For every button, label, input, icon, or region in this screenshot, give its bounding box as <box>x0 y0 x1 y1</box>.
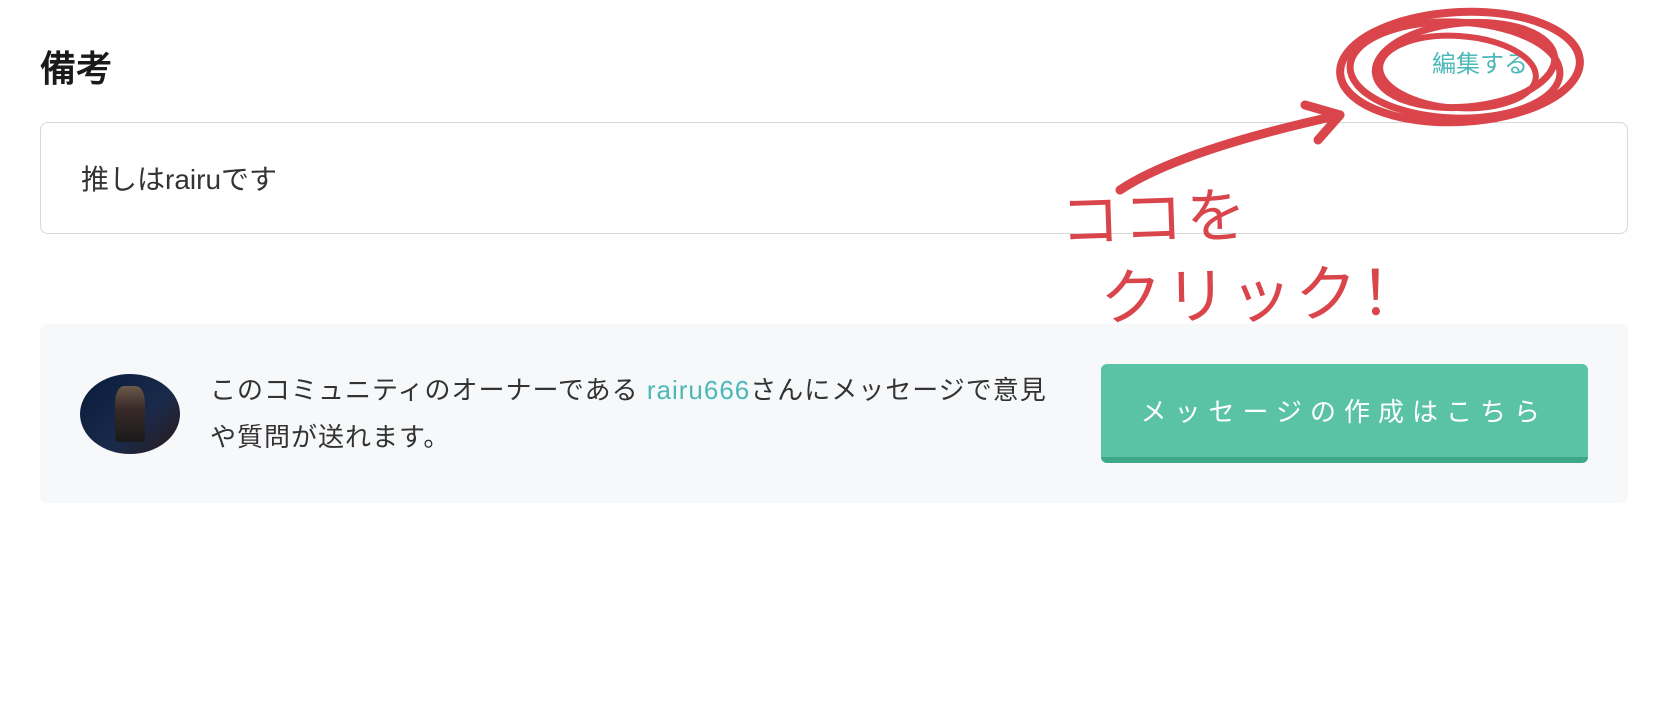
section-header: 備考 編集する <box>40 40 1628 92</box>
owner-avatar[interactable] <box>80 374 180 454</box>
message-description: このコミュニティのオーナーである rairu666さんにメッセージで意見や質問が… <box>210 367 1071 461</box>
message-text-before: このコミュニティのオーナーである <box>210 375 647 405</box>
notes-text: 推しはrairuです <box>81 164 277 195</box>
message-panel: このコミュニティのオーナーである rairu666さんにメッセージで意見や質問が… <box>40 324 1628 503</box>
owner-link[interactable]: rairu666 <box>647 375 750 405</box>
section-title: 備考 <box>40 40 112 92</box>
notes-content-box: 推しはrairuです <box>40 122 1628 234</box>
edit-link[interactable]: 編集する <box>1432 44 1528 79</box>
create-message-button[interactable]: メッセージの作成はこちら <box>1101 364 1588 463</box>
